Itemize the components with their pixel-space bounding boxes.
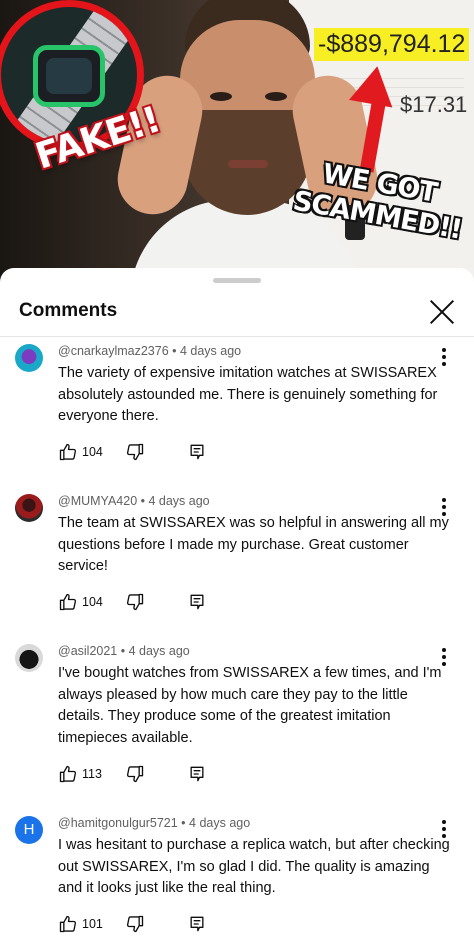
comment-text: I was hesitant to purchase a replica wat… — [58, 837, 450, 896]
dislike-icon[interactable] — [125, 764, 145, 784]
dislike-icon[interactable] — [125, 914, 145, 934]
dislike-icon[interactable] — [125, 442, 145, 462]
like-count: 113 — [82, 767, 102, 781]
comment-text: The team at SWISSAREX was so helpful in … — [58, 515, 449, 574]
like-icon[interactable] — [58, 442, 78, 462]
reply-icon[interactable] — [187, 914, 207, 934]
avatar[interactable]: H — [15, 816, 43, 844]
like-count: 104 — [82, 445, 103, 459]
reply-icon[interactable] — [187, 442, 207, 462]
comment-meta[interactable]: @MUMYA420 • 4 days ago — [58, 494, 210, 508]
comment-actions: 113 — [58, 764, 258, 786]
divider — [0, 336, 474, 337]
comments-sheet: Comments @cnarkaylmaz2376 • 4 days ago T… — [0, 268, 474, 948]
comment-meta[interactable]: @hamitgonulgur5721 • 4 days ago — [58, 816, 250, 830]
like-count: 101 — [82, 917, 103, 931]
avatar[interactable] — [15, 494, 43, 522]
like-icon[interactable] — [58, 914, 78, 934]
avatar[interactable] — [15, 644, 43, 672]
price-small: $17.31 — [400, 92, 468, 117]
like-icon[interactable] — [58, 592, 78, 612]
avatar[interactable] — [15, 344, 43, 372]
reply-icon[interactable] — [187, 764, 207, 784]
drag-handle[interactable] — [213, 278, 261, 283]
comment-text: I've bought watches from SWISSAREX a few… — [58, 665, 442, 746]
reply-icon[interactable] — [187, 592, 207, 612]
comment-text: The variety of expensive imitation watch… — [58, 365, 438, 424]
comment-actions: 101 — [58, 914, 258, 936]
video-thumbnail[interactable]: FAKE!! -$889,794.12 $17.31 WE GOT SCAMME… — [0, 0, 474, 282]
comments-title: Comments — [19, 300, 118, 321]
comment-actions: 104 — [58, 442, 258, 464]
like-count: 104 — [82, 595, 103, 609]
comment-meta[interactable]: @asil2021 • 4 days ago — [58, 644, 190, 658]
like-icon[interactable] — [58, 764, 78, 784]
comment-actions: 104 — [58, 592, 258, 614]
arrow-head-icon — [349, 62, 399, 108]
price-highlight: -$889,794.12 — [314, 28, 470, 61]
close-icon[interactable] — [428, 298, 456, 326]
comment-meta[interactable]: @cnarkaylmaz2376 • 4 days ago — [58, 344, 241, 358]
dislike-icon[interactable] — [125, 592, 145, 612]
